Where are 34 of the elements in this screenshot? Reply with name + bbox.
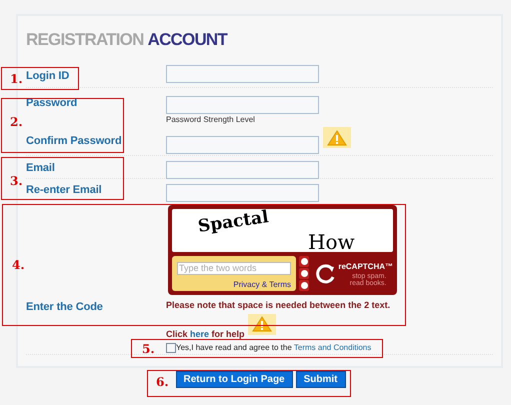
text-field[interactable] [166, 136, 319, 154]
annotation-number: 2. [10, 114, 23, 131]
privacy-link[interactable]: Privacy & Terms [233, 279, 291, 291]
field-label: Re-enter Email [26, 182, 102, 198]
hint-text: Password Strength Level [166, 115, 255, 125]
field-label: Password [26, 96, 78, 111]
captcha-word: Spactal [196, 206, 270, 239]
page-title: ACCOUNT [148, 30, 227, 50]
field-label: Enter the Code [26, 300, 103, 314]
annotation-number: 6. [156, 374, 169, 391]
submit-button[interactable]: Submit [296, 371, 346, 388]
annotation-number: 1. [10, 71, 23, 88]
captcha-logo: reCAPTCHA™ [338, 260, 393, 272]
captcha-field[interactable]: Type the two words [177, 262, 291, 275]
agree-text: Yes,I have read and agree to the Terms and Conditions [176, 342, 372, 354]
field-label: Confirm Password [26, 134, 122, 148]
logo-arrow-icon [314, 262, 336, 284]
text-field[interactable] [166, 184, 319, 202]
captcha-note: Please note that space is needed between the 2 text. [166, 299, 392, 312]
text-field[interactable] [166, 65, 319, 83]
return-button[interactable]: Return to Login Page [176, 371, 293, 388]
title-prefix: REGISTRATION [26, 30, 144, 50]
text-field[interactable] [166, 96, 319, 114]
annotation-number: 4. [12, 257, 25, 274]
field-label: Login ID [26, 68, 70, 84]
annotation-number: 5. [142, 341, 155, 358]
help-text: Click here for help [166, 329, 246, 339]
field-label: Email [26, 160, 55, 176]
help-link[interactable]: here [190, 329, 210, 339]
annotation-number: 3. [10, 173, 23, 190]
terms-link[interactable]: Terms and Conditions [294, 343, 372, 352]
captcha-word: How [308, 229, 355, 256]
agree-checkbox[interactable] [166, 343, 176, 353]
text-field[interactable] [166, 161, 319, 179]
